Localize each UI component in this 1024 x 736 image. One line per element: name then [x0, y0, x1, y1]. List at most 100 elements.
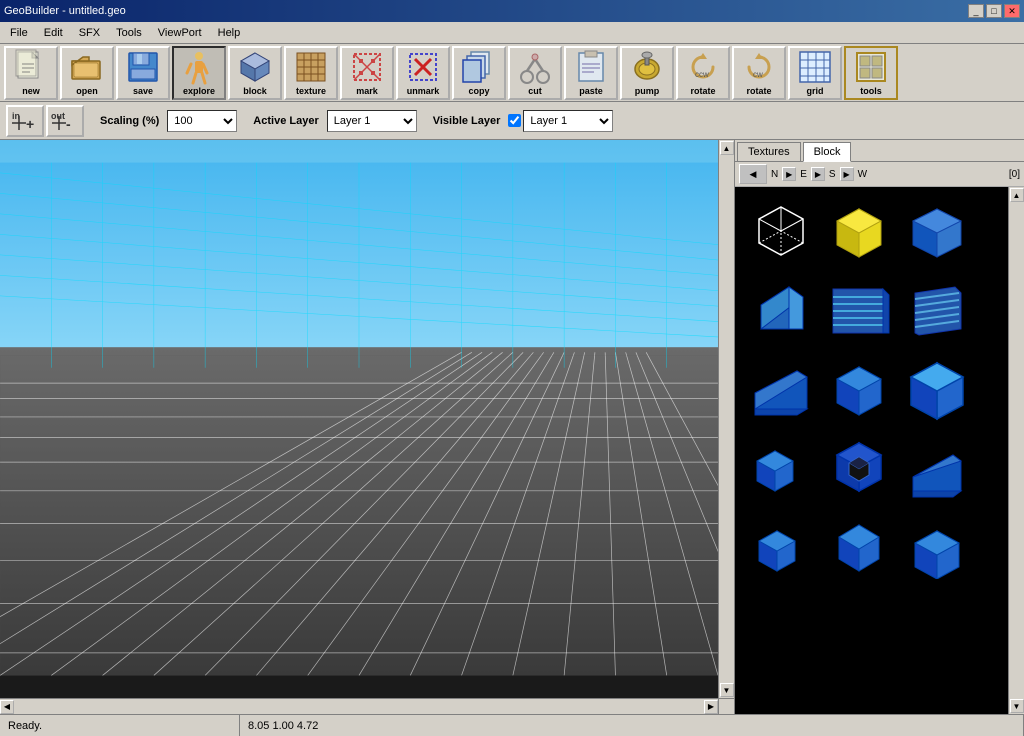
block-blue-wedge[interactable]: [745, 275, 817, 347]
menu-tools[interactable]: Tools: [110, 25, 148, 41]
copy-button[interactable]: copy: [452, 46, 506, 100]
rotate-ccw-icon: ccw: [685, 49, 721, 85]
blocks-area[interactable]: [735, 187, 1008, 714]
block-blue-cube-2[interactable]: [823, 353, 895, 425]
close-button[interactable]: ✕: [1004, 4, 1020, 18]
window-title: GeoBuilder - untitled.geo: [4, 5, 126, 17]
block-blue-ramp[interactable]: [745, 353, 817, 425]
scroll-right-arrow[interactable]: ▶: [704, 700, 718, 714]
viewport-canvas: [0, 140, 734, 714]
viewport-scrollbar-horizontal[interactable]: ◀ ▶: [0, 698, 718, 714]
pump-button[interactable]: pump: [620, 46, 674, 100]
visible-layer-select[interactable]: Layer 1 Layer 2 Layer 3: [523, 110, 613, 132]
dir-next-e[interactable]: ▶: [811, 167, 825, 181]
rotate-ccw-button[interactable]: ccw rotate: [676, 46, 730, 100]
menu-help[interactable]: Help: [212, 25, 247, 41]
tools-button[interactable]: tools: [844, 46, 898, 100]
texture-button[interactable]: texture: [284, 46, 338, 100]
minimize-button[interactable]: _: [968, 4, 984, 18]
status-text: Ready.: [8, 720, 42, 732]
rotate-cw-button[interactable]: cw rotate: [732, 46, 786, 100]
block-blue-partial[interactable]: [901, 509, 973, 581]
copy-icon: [461, 49, 497, 85]
open-label: open: [76, 86, 98, 96]
dir-s: S: [829, 169, 836, 180]
block-yellow-cube[interactable]: [823, 197, 895, 269]
dir-next-n[interactable]: ▶: [782, 167, 796, 181]
texture-icon: [293, 49, 329, 85]
block-blue-cube-1[interactable]: [901, 197, 973, 269]
block-blue-medium[interactable]: [823, 509, 895, 581]
block-blue-cube-3[interactable]: [901, 353, 973, 425]
panel-tabs: Textures Block: [735, 140, 1024, 162]
svg-text:out: out: [51, 111, 65, 121]
scaling-label: Scaling (%): [100, 115, 159, 127]
pump-label: pump: [635, 86, 660, 96]
open-icon: [69, 49, 105, 85]
active-layer-select[interactable]: Layer 1 Layer 2 Layer 3: [327, 110, 417, 132]
panel-scroll-up[interactable]: ▲: [1010, 188, 1024, 202]
titlebar-buttons: _ □ ✕: [968, 4, 1020, 18]
block-wireframe-cube[interactable]: [745, 197, 817, 269]
sky-background: [0, 140, 734, 398]
block-label: block: [243, 86, 267, 96]
scaling-select[interactable]: 100 25 50 75 150 200: [167, 110, 237, 132]
scroll-left-arrow[interactable]: ◀: [0, 700, 14, 714]
tools-icon: [853, 49, 889, 85]
direction-bar: ◀ N ▶ E ▶ S ▶ W [0]: [735, 162, 1024, 187]
dir-e: E: [800, 169, 807, 180]
zoom-out-button[interactable]: out -: [46, 105, 84, 137]
panel-scroll-down[interactable]: ▼: [1010, 699, 1024, 713]
svg-text:+: +: [26, 116, 34, 132]
grid-icon: [797, 49, 833, 85]
new-icon: [13, 49, 49, 85]
status-text-section: Ready.: [0, 715, 240, 736]
active-layer-label: Active Layer: [253, 115, 318, 127]
mark-label: mark: [356, 86, 378, 96]
zoom-in-button[interactable]: in +: [6, 105, 44, 137]
unmark-icon: [405, 49, 441, 85]
tab-textures[interactable]: Textures: [737, 142, 801, 161]
unmark-button[interactable]: unmark: [396, 46, 450, 100]
dir-next-s[interactable]: ▶: [840, 167, 854, 181]
visible-layer-label: Visible Layer: [433, 115, 501, 127]
block-blue-small-2[interactable]: [745, 509, 817, 581]
menu-sfx[interactable]: SFX: [73, 25, 106, 41]
paste-button[interactable]: paste: [564, 46, 618, 100]
block-button[interactable]: block: [228, 46, 282, 100]
viewport-scrollbar-vertical[interactable]: ▲ ▼: [718, 140, 734, 698]
menu-edit[interactable]: Edit: [38, 25, 69, 41]
dir-n: N: [771, 169, 778, 180]
blocks-grid: [735, 187, 1008, 591]
panel-scrollbar-v[interactable]: ▲ ▼: [1008, 187, 1024, 714]
paste-label: paste: [579, 86, 603, 96]
menu-file[interactable]: File: [4, 25, 34, 41]
new-button[interactable]: new: [4, 46, 58, 100]
rotate-ccw-label: rotate: [690, 86, 715, 96]
block-blue-striped-2[interactable]: [901, 275, 973, 347]
pump-icon: [629, 49, 665, 85]
block-blue-small-1[interactable]: [745, 431, 817, 503]
explore-button[interactable]: explore: [172, 46, 226, 100]
block-blue-hollow[interactable]: [823, 431, 895, 503]
visible-layer-checkbox[interactable]: [508, 114, 521, 127]
block-blue-ramp-2[interactable]: [901, 431, 973, 503]
scroll-down-arrow[interactable]: ▼: [720, 683, 734, 697]
new-label: new: [22, 86, 40, 96]
scroll-up-arrow[interactable]: ▲: [720, 141, 734, 155]
rotate-cw-icon: cw: [741, 49, 777, 85]
panel-inner: ▲ ▼: [735, 187, 1024, 714]
statusbar: Ready. 8.05 1.00 4.72: [0, 714, 1024, 736]
mark-button[interactable]: mark: [340, 46, 394, 100]
cut-button[interactable]: cut: [508, 46, 562, 100]
maximize-button[interactable]: □: [986, 4, 1002, 18]
main-area: ▲ ▼ ◀ ▶ Textures Block ◀ N ▶ E ▶ S ▶ W: [0, 140, 1024, 714]
tab-block[interactable]: Block: [803, 142, 852, 162]
open-button[interactable]: open: [60, 46, 114, 100]
block-blue-striped[interactable]: [823, 275, 895, 347]
menu-viewport[interactable]: ViewPort: [152, 25, 208, 41]
save-button[interactable]: save: [116, 46, 170, 100]
viewport[interactable]: ▲ ▼ ◀ ▶: [0, 140, 734, 714]
dir-prev-button[interactable]: ◀: [739, 164, 767, 184]
grid-button[interactable]: grid: [788, 46, 842, 100]
